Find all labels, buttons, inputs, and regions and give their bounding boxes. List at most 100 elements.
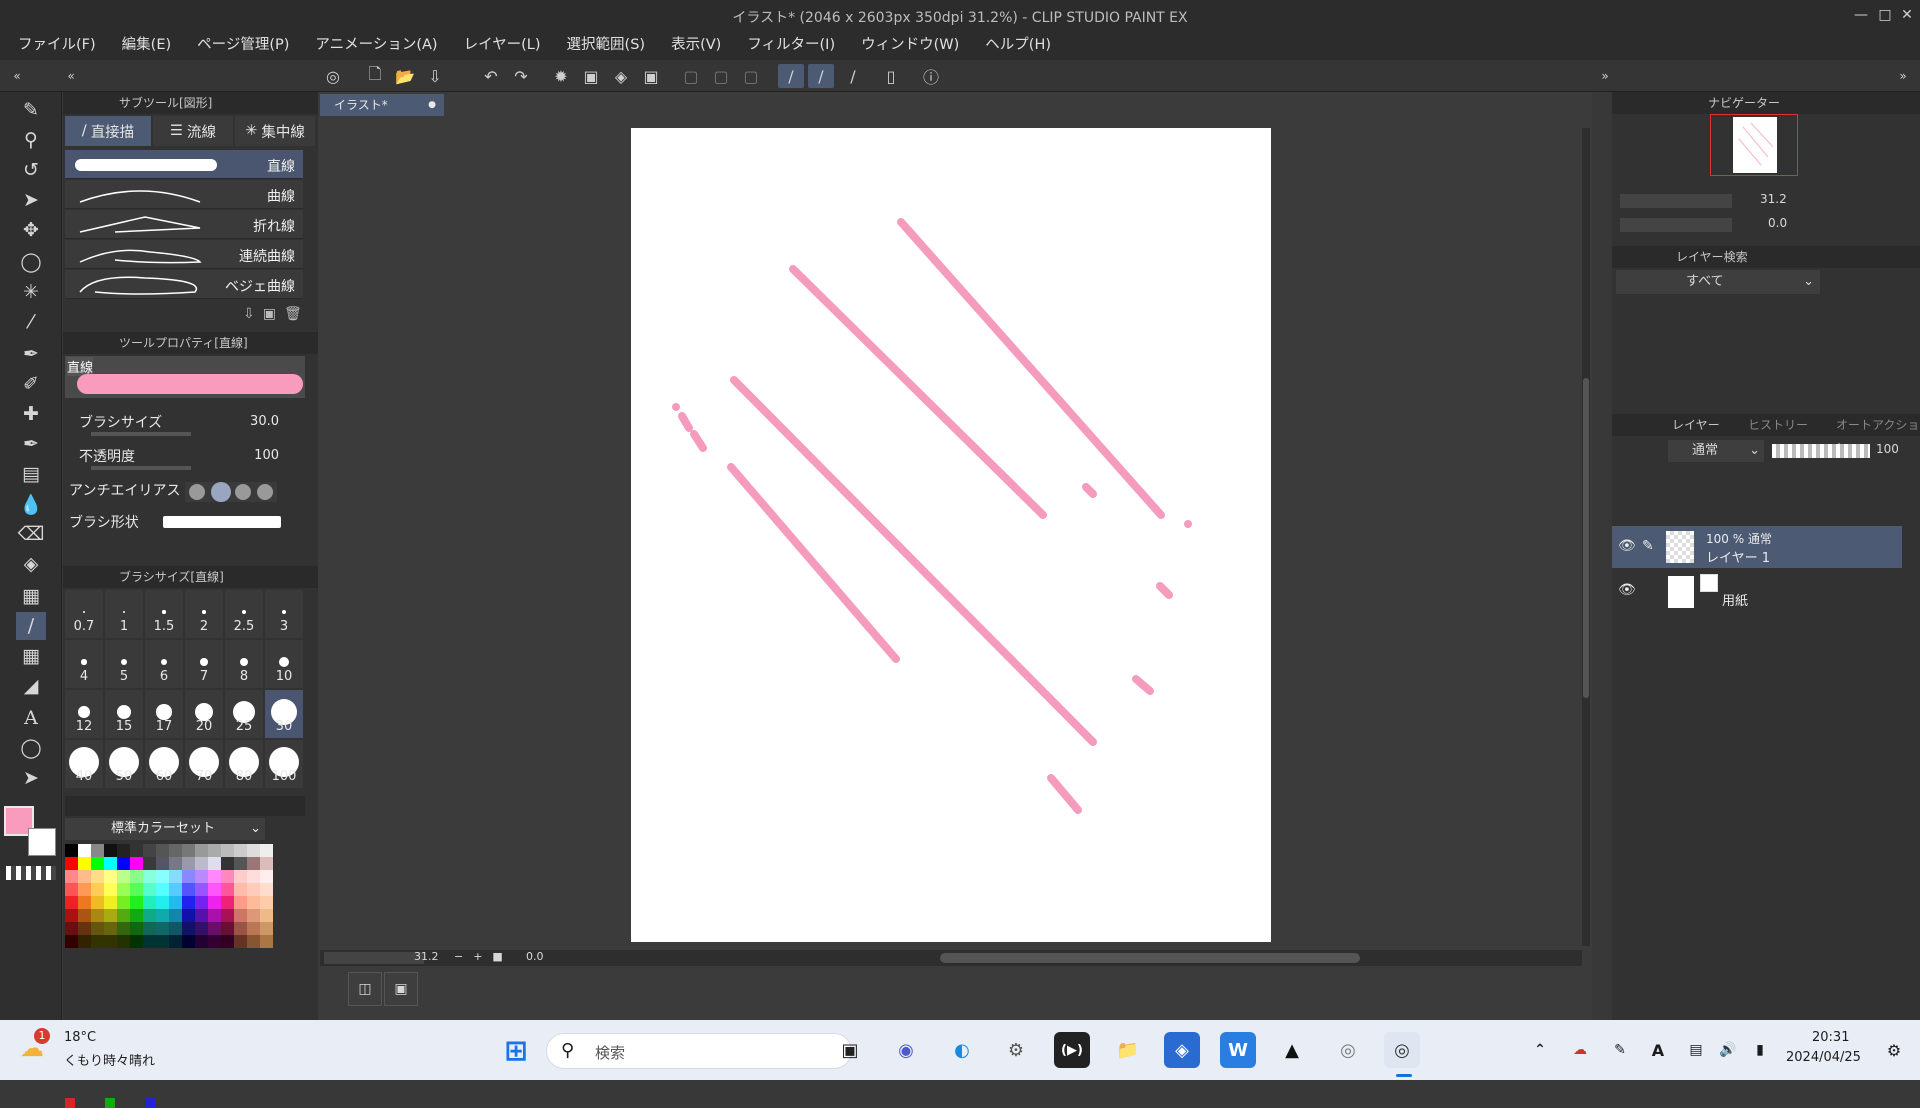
brush-shape-row[interactable]: ブラシ形状 <box>65 508 303 540</box>
clip-studio-icon[interactable]: ◎ <box>320 64 346 88</box>
brush-shape-preview[interactable] <box>163 516 281 528</box>
color-swatch[interactable] <box>65 857 78 870</box>
color-swatch[interactable] <box>234 909 247 922</box>
color-panel-tabs[interactable] <box>65 796 305 816</box>
color-swatch[interactable] <box>91 909 104 922</box>
color-swatch[interactable] <box>143 896 156 909</box>
color-swatch[interactable] <box>208 883 221 896</box>
color-swatch[interactable] <box>169 883 182 896</box>
balloon-icon[interactable]: ◯ <box>16 734 46 762</box>
color-swatch[interactable] <box>156 870 169 883</box>
weather-widget[interactable]: ☁ 1 <box>20 1028 54 1066</box>
color-swatch[interactable] <box>65 909 78 922</box>
brush-size-slider[interactable] <box>91 432 191 436</box>
settings-icon[interactable]: ⚙ <box>998 1032 1034 1068</box>
paint-app-icon[interactable]: ◈ <box>1164 1032 1200 1068</box>
color-swatch[interactable] <box>156 896 169 909</box>
color-swatch[interactable] <box>208 870 221 883</box>
color-swatch[interactable] <box>156 922 169 935</box>
eraser-icon[interactable]: ⌫ <box>16 520 46 548</box>
color-swatch[interactable] <box>91 922 104 935</box>
color-swatch[interactable] <box>234 922 247 935</box>
brush-size-0.7[interactable]: 0.7 <box>65 590 103 638</box>
word-app-icon[interactable]: W <box>1220 1032 1256 1068</box>
timeline-toggle-icon[interactable]: ◫ <box>348 972 382 1006</box>
auto-select-icon[interactable]: ✳ <box>16 278 46 306</box>
color-swatch[interactable] <box>247 896 260 909</box>
navigator-viewport[interactable] <box>1710 114 1798 176</box>
brush-size-17[interactable]: 17 <box>145 690 183 738</box>
zoom-tool-icon[interactable]: ⚲ <box>16 126 46 154</box>
media-app-icon[interactable]: (▶) <box>1054 1032 1090 1068</box>
opacity-value[interactable]: 100 <box>254 448 279 463</box>
subtool-continuous-curve[interactable]: 連続曲線 <box>65 240 303 269</box>
color-swatch[interactable] <box>91 935 104 948</box>
pen-tool-icon[interactable]: ✎ <box>16 96 46 124</box>
color-swatch[interactable] <box>234 935 247 948</box>
brush-size-40[interactable]: 40 <box>65 740 103 788</box>
color-swatch[interactable] <box>169 896 182 909</box>
object-tool-icon[interactable]: ➤ <box>16 186 46 214</box>
color-swatch[interactable] <box>65 922 78 935</box>
color-swatch[interactable] <box>117 935 130 948</box>
brush-size-1.5[interactable]: 1.5 <box>145 590 183 638</box>
snap-special-ruler-icon[interactable]: ∕ <box>808 64 834 88</box>
subtab-focus-lines[interactable]: ✳ 集中線 <box>235 116 315 146</box>
menu-help[interactable]: ヘルプ(H) <box>985 30 1051 60</box>
color-swatch[interactable] <box>117 857 130 870</box>
layer-search-filter[interactable]: すべて ⌄ <box>1616 270 1820 294</box>
tab-layer[interactable]: レイヤー <box>1672 414 1720 436</box>
color-swatch[interactable] <box>208 922 221 935</box>
color-swatch[interactable] <box>117 896 130 909</box>
volume-icon[interactable]: 🔊 <box>1710 1032 1746 1068</box>
collapse-left-icon[interactable]: « <box>4 64 30 88</box>
layer-row-1[interactable]: 👁 ✎ 100 % 通常 レイヤー 1 <box>1612 526 1902 568</box>
task-view-icon[interactable]: ▣ <box>832 1032 868 1068</box>
brush-size-25[interactable]: 25 <box>225 690 263 738</box>
new-file-icon[interactable]: 🗋 <box>362 64 388 88</box>
color-swatch[interactable] <box>182 857 195 870</box>
color-swatch[interactable] <box>182 922 195 935</box>
clip-studio-paint-icon[interactable]: ◎ <box>1384 1032 1420 1068</box>
color-swatch[interactable] <box>208 844 221 857</box>
color-swatch[interactable] <box>195 922 208 935</box>
undo-icon[interactable]: ↶ <box>478 64 504 88</box>
color-swatch[interactable] <box>78 922 91 935</box>
sub-color-swatch[interactable] <box>28 828 56 856</box>
zoom-slider[interactable] <box>324 952 424 964</box>
color-swatch[interactable] <box>156 857 169 870</box>
color-set-select[interactable]: 標準カラーセット ⌄ <box>65 818 265 840</box>
subtool-polyline[interactable]: 折れ線 <box>65 210 303 239</box>
color-swatch[interactable] <box>117 922 130 935</box>
color-swatch[interactable] <box>65 870 78 883</box>
color-swatch[interactable] <box>117 844 130 857</box>
color-swatch[interactable] <box>195 857 208 870</box>
color-swatch[interactable] <box>182 909 195 922</box>
color-swatch[interactable] <box>156 844 169 857</box>
menu-edit[interactable]: 編集(E) <box>122 30 171 60</box>
subtool-bezier[interactable]: ベジェ曲線 <box>65 270 303 299</box>
color-swatch[interactable] <box>260 870 273 883</box>
brush-size-value[interactable]: 30.0 <box>250 414 279 429</box>
color-swatch[interactable] <box>247 909 260 922</box>
layer-opacity-slider[interactable] <box>1772 444 1870 458</box>
eyedropper-icon[interactable]: ⁄ <box>16 308 46 336</box>
color-swatch[interactable] <box>104 909 117 922</box>
clock-date[interactable]: 2024/04/25 <box>1786 1050 1861 1065</box>
color-swatch[interactable] <box>247 857 260 870</box>
color-swatch[interactable] <box>208 935 221 948</box>
color-swatch[interactable] <box>208 909 221 922</box>
color-swatch[interactable] <box>78 844 91 857</box>
color-swatch[interactable] <box>221 922 234 935</box>
color-swatch[interactable] <box>130 935 143 948</box>
correct-line-icon[interactable]: ➤ <box>16 764 46 792</box>
color-swatch[interactable] <box>221 883 234 896</box>
brush-size-12[interactable]: 12 <box>65 690 103 738</box>
color-swatch[interactable] <box>260 896 273 909</box>
gradient-icon[interactable]: ▦ <box>16 582 46 610</box>
color-swatch[interactable] <box>65 883 78 896</box>
menu-layer[interactable]: レイヤー(L) <box>464 30 541 60</box>
color-swatch[interactable] <box>143 922 156 935</box>
color-swatch[interactable] <box>221 896 234 909</box>
color-swatch[interactable] <box>208 857 221 870</box>
